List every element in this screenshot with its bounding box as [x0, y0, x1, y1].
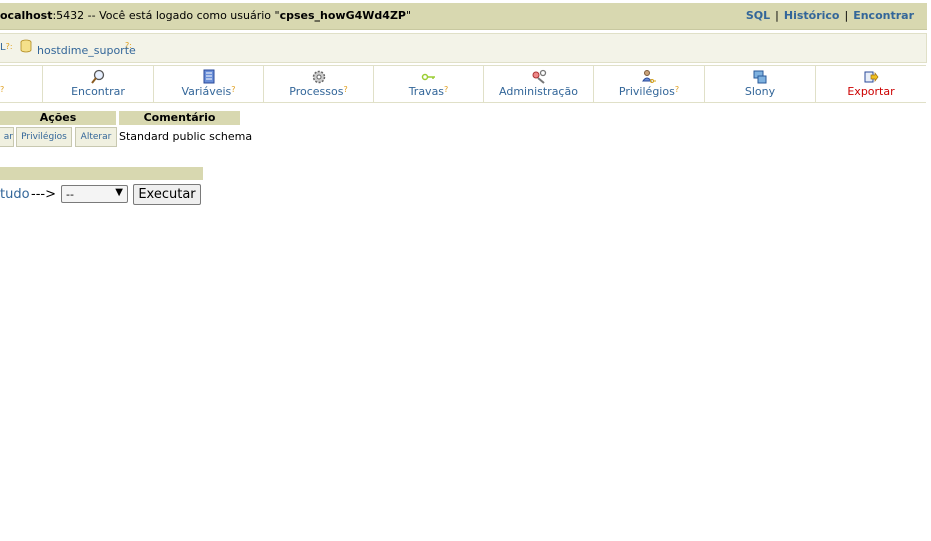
tab-cut[interactable]: ? — [0, 66, 43, 102]
close-quote: " — [405, 9, 412, 22]
export-icon — [864, 71, 879, 83]
top-links: SQL | Histórico | Encontrar — [745, 9, 914, 22]
help-icon[interactable]: ? — [0, 85, 4, 94]
connection-text: :5432 -- Você está logado como usuário " — [52, 9, 280, 22]
history-link[interactable]: Histórico — [784, 9, 840, 22]
tab-processes[interactable]: Processos? — [264, 66, 374, 102]
breadcrumb-server[interactable]: L?: — [0, 42, 13, 53]
tab-label: Administração — [499, 85, 578, 98]
help-icon[interactable]: ? — [675, 85, 679, 94]
server-host: ocalhost — [0, 9, 53, 22]
tab-label: Variáveis — [181, 85, 232, 98]
breadcrumb: L?: hostdime_suporte ?: — [0, 33, 927, 63]
column-header-actions: Ações — [0, 111, 116, 125]
help-icon[interactable]: ? — [231, 85, 235, 94]
list-icon — [203, 69, 214, 84]
alter-button[interactable]: Alterar — [75, 127, 117, 147]
privileges-button[interactable]: Privilégios — [16, 127, 72, 147]
tab-find[interactable]: Encontrar — [43, 66, 154, 102]
find-link[interactable]: Encontrar — [853, 9, 914, 22]
tab-label: Privilégios — [618, 85, 675, 98]
tab-bar: ? Encontrar Variáveis? Processos? Travas… — [0, 65, 926, 103]
tab-label: Exportar — [847, 85, 895, 98]
connection-info: ocalhost:5432 -- Você está logado como u… — [0, 9, 411, 22]
tab-label: Processos — [289, 85, 344, 98]
schema-comment: Standard public schema — [119, 130, 253, 143]
tab-label: Travas — [408, 85, 445, 98]
gear-icon — [312, 70, 325, 84]
select-all-link[interactable]: tudo — [0, 187, 30, 202]
help-icon[interactable]: ? — [444, 85, 448, 94]
tab-slony[interactable]: Slony — [705, 66, 816, 102]
breadcrumb-database[interactable]: hostdime_suporte — [37, 44, 136, 57]
wrench-icon — [532, 69, 546, 84]
chevron-down-icon: ▼ — [115, 187, 123, 198]
sql-link[interactable]: SQL — [746, 9, 770, 22]
database-icon — [20, 39, 32, 53]
magnifier-icon — [91, 69, 105, 84]
username: cpses_howG4Wd4ZP — [279, 9, 406, 22]
database-help-icon[interactable]: ?: — [125, 41, 132, 50]
key-icon — [421, 73, 435, 81]
column-header-comment: Comentário — [119, 111, 240, 125]
tab-label: Slony — [744, 85, 776, 98]
user-key-icon — [642, 70, 656, 83]
tab-privileges[interactable]: Privilégios? — [594, 66, 705, 102]
execute-button[interactable]: Executar — [133, 184, 201, 205]
arrow-label: ---> — [31, 187, 56, 202]
help-icon[interactable]: ?: — [6, 42, 13, 51]
tab-variables[interactable]: Variáveis? — [154, 66, 264, 102]
tab-label: Encontrar — [71, 85, 125, 98]
slony-icon — [753, 70, 767, 84]
action-bar-header — [0, 167, 203, 180]
help-icon[interactable]: ? — [343, 85, 347, 94]
tab-locks[interactable]: Travas? — [374, 66, 484, 102]
top-bar: ocalhost:5432 -- Você está logado como u… — [0, 3, 927, 30]
action-select[interactable]: -- ▼ — [61, 185, 128, 203]
drop-button[interactable]: ar — [0, 127, 14, 147]
tab-export[interactable]: Exportar — [816, 66, 926, 102]
tab-admin[interactable]: Administração — [484, 66, 594, 102]
